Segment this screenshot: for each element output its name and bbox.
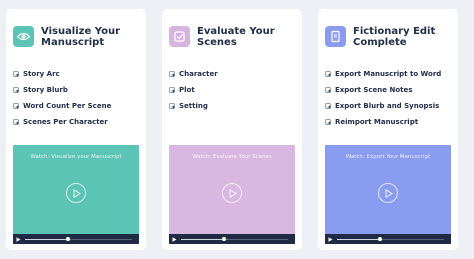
feature-cards: Visualize Your Manuscript Story Arc Stor… [0,0,474,259]
progress-fill [337,238,380,240]
checklist-icon [169,26,190,47]
arrow-right-icon [325,71,331,77]
progress-fill [181,238,224,240]
feature-item[interactable]: Story Blurb [13,86,144,103]
video-caption: Watch: Export Your Manuscript [345,154,431,160]
feature-item[interactable]: Export Scene Notes [325,86,456,103]
feature-item[interactable]: Export Manuscript to Word [325,70,456,87]
feature-label: Export Manuscript to Word [335,70,442,78]
feature-list: Export Manuscript to Word Export Scene N… [325,70,456,135]
card-edit-complete: Fictionary Edit Complete Export Manuscri… [318,9,458,250]
card-header: Evaluate Your Scenes [169,26,298,56]
feature-item[interactable]: Story Arc [13,70,144,87]
export-document-icon [325,26,346,47]
play-button[interactable] [222,183,242,203]
feature-label: Setting [179,102,208,110]
arrow-right-icon [13,87,19,93]
feature-list: Character Plot Setting [169,70,300,119]
feature-label: Story Blurb [23,86,68,94]
arrow-right-icon [325,103,331,109]
arrow-right-icon [13,103,19,109]
video-control-bar [325,234,451,244]
play-button[interactable] [378,183,398,203]
arrow-right-icon [325,119,331,125]
feature-label: Character [179,70,218,78]
video-player[interactable]: Watch: Evaluate Your Scenes [169,145,295,244]
video-control-bar [13,234,139,244]
play-button[interactable] [66,183,86,203]
play-icon[interactable] [172,236,177,242]
play-icon[interactable] [16,236,21,242]
feature-label: Word Count Per Scene [23,102,112,110]
feature-label: Export Blurb and Synopsis [335,102,440,110]
feature-label: Story Arc [23,70,60,78]
video-progress-bar[interactable] [337,237,444,241]
video-caption: Watch: Evaluate Your Scenes [192,154,272,160]
play-icon[interactable] [328,236,333,242]
video-progress-bar[interactable] [181,237,288,241]
progress-fill [25,238,68,240]
feature-item[interactable]: Word Count Per Scene [13,102,144,119]
card-title: Evaluate Your Scenes [197,26,275,48]
feature-label: Reimport Manuscript [335,118,419,126]
arrow-right-icon [325,87,331,93]
feature-item[interactable]: Character [169,70,300,87]
video-player[interactable]: Watch: Visualize your Manuscript [13,145,139,244]
arrow-right-icon [169,71,175,77]
feature-label: Scenes Per Character [23,118,108,126]
eye-icon [13,26,34,47]
feature-list: Story Arc Story Blurb Word Count Per Sce… [13,70,144,135]
progress-thumb[interactable] [378,237,382,241]
card-visualize-manuscript: Visualize Your Manuscript Story Arc Stor… [6,9,146,250]
feature-item[interactable]: Scenes Per Character [13,118,144,135]
video-control-bar [169,234,295,244]
card-evaluate-scenes: Evaluate Your Scenes Character Plot Sett… [162,9,302,250]
arrow-right-icon [169,87,175,93]
arrow-right-icon [169,103,175,109]
progress-thumb[interactable] [222,237,226,241]
arrow-right-icon [13,119,19,125]
feature-label: Export Scene Notes [335,86,413,94]
card-header: Fictionary Edit Complete [325,26,454,56]
feature-label: Plot [179,86,195,94]
feature-item[interactable]: Setting [169,102,300,119]
card-header: Visualize Your Manuscript [13,26,142,56]
feature-item[interactable]: Export Blurb and Synopsis [325,102,456,119]
arrow-right-icon [13,71,19,77]
card-title: Fictionary Edit Complete [353,26,436,48]
video-caption: Watch: Visualize your Manuscript [30,154,122,160]
card-title: Visualize Your Manuscript [41,26,120,48]
video-progress-bar[interactable] [25,237,132,241]
feature-item[interactable]: Plot [169,86,300,103]
video-player[interactable]: Watch: Export Your Manuscript [325,145,451,244]
progress-thumb[interactable] [66,237,70,241]
feature-item[interactable]: Reimport Manuscript [325,118,456,135]
